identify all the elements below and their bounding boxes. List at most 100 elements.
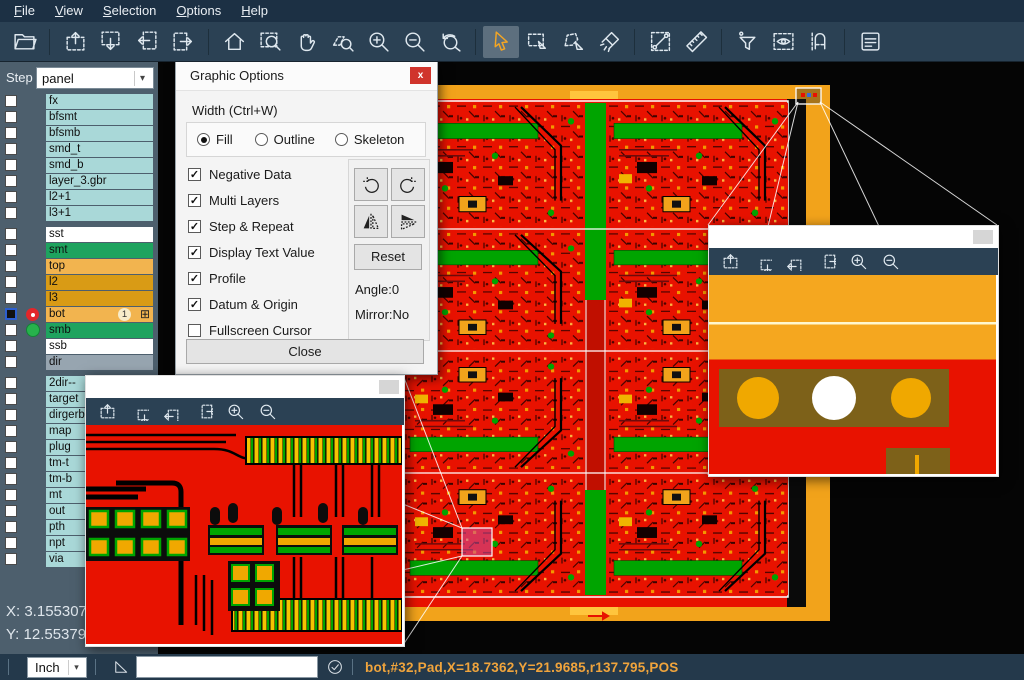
zoom-previous-button[interactable] <box>432 26 468 58</box>
layer-checkbox[interactable] <box>5 127 17 139</box>
layer-row-bfsmt[interactable]: bfsmt <box>0 110 158 125</box>
radio-dot-icon[interactable] <box>335 133 348 146</box>
window-title-bar[interactable] <box>709 226 998 248</box>
layer-name[interactable]: sst <box>46 227 153 242</box>
window-button[interactable] <box>973 230 993 244</box>
checkbox-icon[interactable] <box>188 324 201 337</box>
checkbox-negative-data[interactable]: ✓Negative Data <box>188 161 315 187</box>
layer-name[interactable]: l2+1 <box>46 190 153 205</box>
radio-fill[interactable]: Fill <box>197 132 233 147</box>
zoom-in-icon[interactable] <box>226 402 245 421</box>
pan-hand-button[interactable] <box>288 26 324 58</box>
layer-checkbox[interactable] <box>5 473 17 485</box>
checkbox-icon[interactable]: ✓ <box>188 246 201 259</box>
layer-row-top[interactable]: top <box>0 259 158 274</box>
page-down-icon[interactable] <box>753 252 772 271</box>
page-right-icon[interactable] <box>817 252 836 271</box>
checkbox-icon[interactable]: ✓ <box>188 168 201 181</box>
layer-name[interactable]: dir <box>46 355 153 370</box>
layer-checkbox[interactable] <box>5 393 17 405</box>
filter-funnel-button[interactable] <box>729 26 765 58</box>
checkbox-datum-origin[interactable]: ✓Datum & Origin <box>188 291 315 317</box>
layer-row-bfsmb[interactable]: bfsmb <box>0 126 158 141</box>
layer-row-sst[interactable]: sst <box>0 227 158 242</box>
layer-checkbox[interactable] <box>5 537 17 549</box>
layer-checkbox[interactable] <box>5 340 17 352</box>
zoom-detail-window-right[interactable] <box>708 225 999 477</box>
window-title-bar[interactable] <box>86 376 404 398</box>
dialog-title-bar[interactable]: Graphic Options x <box>176 61 437 91</box>
open-folder-button[interactable] <box>6 26 42 58</box>
checkbox-step-repeat[interactable]: ✓Step & Repeat <box>188 213 315 239</box>
layer-row-layer_3.gbr[interactable]: layer_3.gbr <box>0 174 158 189</box>
zoom-object-button[interactable] <box>324 26 360 58</box>
mirror-vertical-button[interactable] <box>391 205 425 238</box>
layer-name[interactable]: l3+1 <box>46 206 153 221</box>
layer-row-l3+1[interactable]: l3+1 <box>0 206 158 221</box>
layer-checkbox[interactable] <box>5 95 17 107</box>
confirm-icon[interactable] <box>326 658 344 676</box>
zoom-in-button[interactable] <box>360 26 396 58</box>
layer-checkbox[interactable] <box>5 244 17 256</box>
page-left-icon[interactable] <box>785 252 804 271</box>
ruler-button[interactable] <box>678 26 714 58</box>
page-right-button[interactable] <box>165 26 201 58</box>
layer-checkbox[interactable] <box>5 228 17 240</box>
reset-button[interactable]: Reset <box>354 244 422 270</box>
window-button[interactable] <box>379 380 399 394</box>
layer-name[interactable]: fx <box>46 94 153 109</box>
zoom-in-icon[interactable] <box>849 252 868 271</box>
page-down-button[interactable] <box>93 26 129 58</box>
checkbox-multi-layers[interactable]: ✓Multi Layers <box>188 187 315 213</box>
layer-checkbox[interactable] <box>5 377 17 389</box>
layer-checkbox[interactable] <box>5 143 17 155</box>
page-up-icon[interactable] <box>98 402 117 421</box>
layer-row-smt[interactable]: smt <box>0 243 158 258</box>
layer-row-smd_t[interactable]: smd_t <box>0 142 158 157</box>
layer-name[interactable]: smd_b <box>46 158 153 173</box>
layer-row-smb[interactable]: smb <box>0 323 158 338</box>
page-down-icon[interactable] <box>130 402 149 421</box>
layer-checkbox[interactable] <box>5 425 17 437</box>
zoom-out-button[interactable] <box>396 26 432 58</box>
rotate-ccw-button[interactable] <box>391 168 425 201</box>
menu-item-selection[interactable]: Selection <box>93 0 166 22</box>
layer-checkbox[interactable] <box>5 159 17 171</box>
layer-checkbox[interactable] <box>5 505 17 517</box>
page-left-button[interactable] <box>129 26 165 58</box>
checkbox-profile[interactable]: ✓Profile <box>188 265 315 291</box>
checkbox-icon[interactable]: ✓ <box>188 298 201 311</box>
zoom-detail-window-left[interactable] <box>85 375 405 647</box>
layer-row-l3[interactable]: l3 <box>0 291 158 306</box>
layer-row-fx[interactable]: fx <box>0 94 158 109</box>
layer-checkbox[interactable] <box>5 111 17 123</box>
checkbox-icon[interactable]: ✓ <box>188 220 201 233</box>
radio-dot-icon[interactable] <box>197 133 210 146</box>
layer-name[interactable]: l2 <box>46 275 153 290</box>
layer-checkbox[interactable] <box>5 292 17 304</box>
unit-select[interactable]: Inch ▾ <box>27 657 87 678</box>
zoom-content-pcb-detail[interactable] <box>86 425 402 644</box>
grid-icon[interactable]: ⊞ <box>140 307 150 322</box>
layer-checkbox[interactable] <box>5 260 17 272</box>
layer-name[interactable]: bfsmt <box>46 110 153 125</box>
layer-row-l2[interactable]: l2 <box>0 275 158 290</box>
layer-name[interactable]: layer_3.gbr <box>46 174 153 189</box>
layer-checkbox[interactable] <box>5 356 17 368</box>
select-polygon-button[interactable] <box>555 26 591 58</box>
view-eye-button[interactable] <box>765 26 801 58</box>
layer-row-dir[interactable]: dir <box>0 355 158 370</box>
layer-checkbox[interactable] <box>5 489 17 501</box>
mirror-horizontal-button[interactable] <box>354 205 388 238</box>
radio-outline[interactable]: Outline <box>255 132 315 147</box>
snap-magnet-button[interactable] <box>801 26 837 58</box>
checkbox-icon[interactable]: ✓ <box>188 194 201 207</box>
layer-row-l2+1[interactable]: l2+1 <box>0 190 158 205</box>
menu-item-help[interactable]: Help <box>231 0 278 22</box>
rotate-cw-button[interactable] <box>354 168 388 201</box>
layer-row-ssb[interactable]: ssb <box>0 339 158 354</box>
page-up-button[interactable] <box>57 26 93 58</box>
layer-row-smd_b[interactable]: smd_b <box>0 158 158 173</box>
page-up-icon[interactable] <box>721 252 740 271</box>
layers-panel-button[interactable] <box>852 26 888 58</box>
